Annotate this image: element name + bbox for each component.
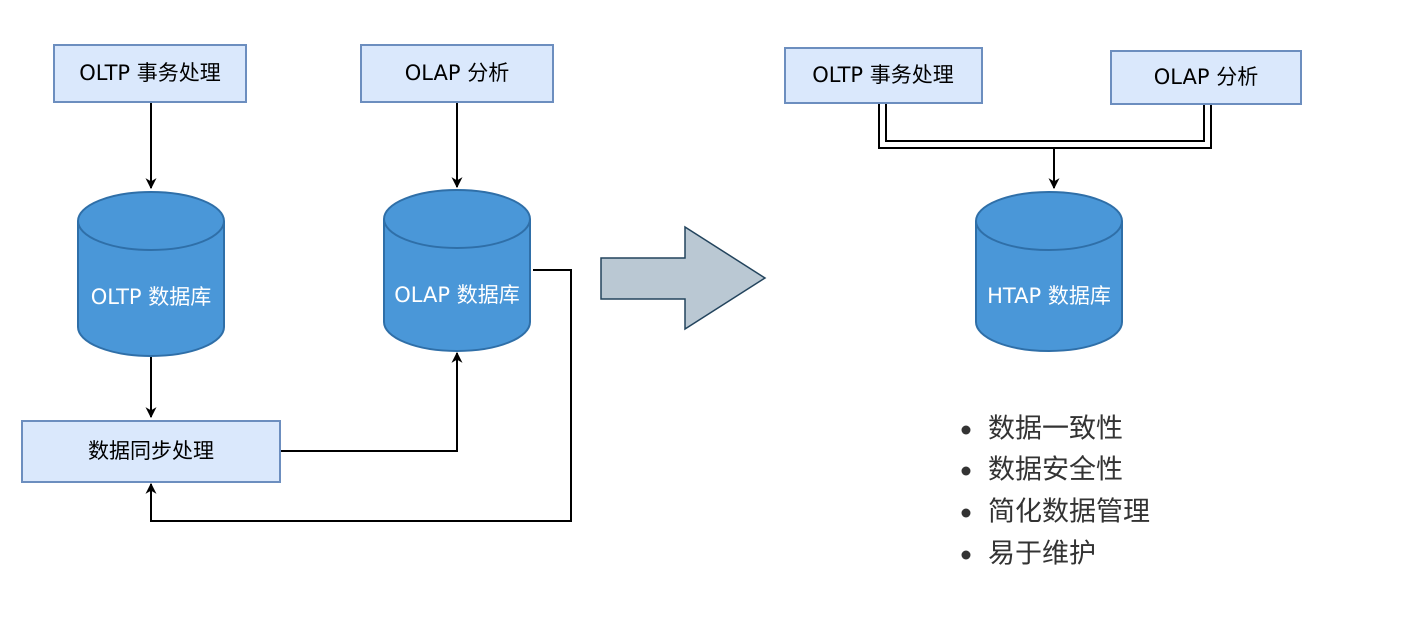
benefits-list: 数据一致性 数据安全性 简化数据管理 易于维护 [961,414,1150,570]
oltp-database: OLTP 数据库 [77,191,225,357]
htap-comparison-diagram: OLTP 事务处理 OLAP 分析 OLTP 数据库 OLAP 数据库 数据同步… [21,44,1302,570]
right-oltp-process-box: OLTP 事务处理 [784,47,983,104]
transition-arrow [600,225,767,331]
right-oltp-process-label: OLTP 事务处理 [812,63,954,87]
sync-process-box: 数据同步处理 [21,420,281,483]
right-connectors [878,103,1212,190]
bullet-icon [961,508,971,518]
benefit-item: 易于维护 [988,539,1096,570]
right-olap-process-label: OLAP 分析 [1154,65,1258,89]
benefit-item: 数据安全性 [988,455,1123,486]
benefit-item: 数据一致性 [988,414,1123,445]
edge-processes-merge-inner [885,103,1205,142]
bullet-icon [961,550,971,560]
olap-database: OLAP 数据库 [383,189,531,352]
oltp-db-label: OLTP 数据库 [91,285,212,309]
sync-process-label: 数据同步处理 [88,439,214,463]
benefit-item: 简化数据管理 [988,497,1150,528]
bullet-icon [961,466,971,476]
bullet-icon [961,425,971,435]
right-olap-process-box: OLAP 分析 [1110,50,1302,105]
oltp-process-label: OLTP 事务处理 [79,61,221,85]
htap-database: HTAP 数据库 [975,191,1123,352]
htap-db-label: HTAP 数据库 [987,284,1111,308]
olap-db-label: OLAP 数据库 [394,283,519,307]
edge-sync-to-olap-db [281,351,463,452]
olap-process-label: OLAP 分析 [405,61,509,85]
oltp-process-box: OLTP 事务处理 [53,44,247,103]
olap-process-box: OLAP 分析 [360,44,554,103]
